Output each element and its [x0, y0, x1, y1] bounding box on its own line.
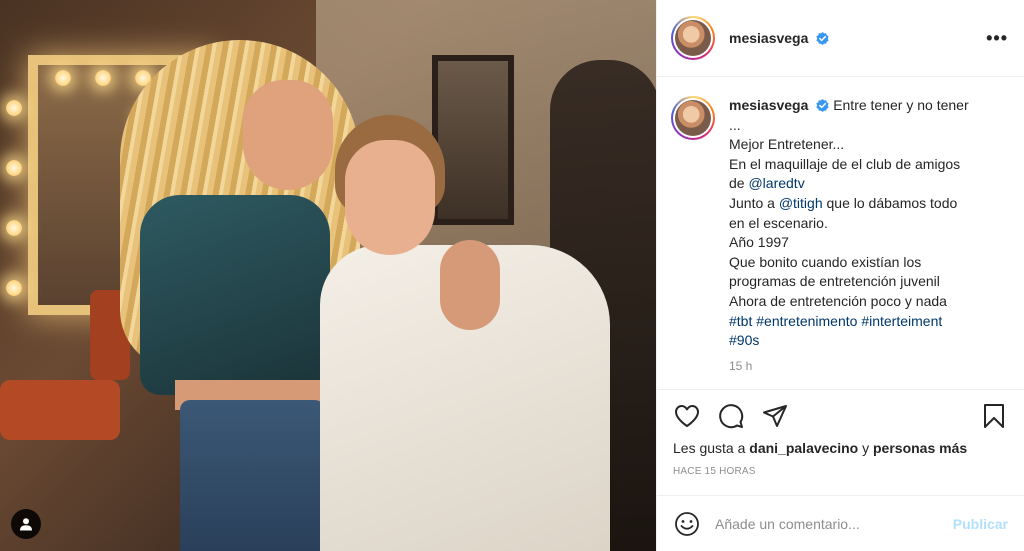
- add-comment-bar: Publicar: [657, 495, 1024, 551]
- avatar-image: [675, 100, 711, 136]
- heart-icon: [675, 405, 699, 427]
- post-caption: mesiasvega Entre tener y no tener ... Me…: [729, 96, 997, 388]
- verified-badge-icon: [816, 32, 829, 45]
- comments-section: mesiasvega Entre tener y no tener ... Me…: [657, 78, 1024, 388]
- caption-line: Que bonito cuando existían los: [729, 253, 922, 270]
- likes-prefix: Les gusta a: [673, 440, 750, 456]
- photo-wall-frame: [432, 55, 514, 225]
- post-header: mesiasvega •••: [657, 0, 1024, 77]
- likes-summary: Les gusta a dani_palavecino y personas m…: [657, 440, 1024, 456]
- bookmark-icon: [984, 404, 1004, 428]
- share-button[interactable]: [761, 402, 789, 430]
- photo-woman-arm: [440, 240, 500, 330]
- photo-boy-face: [345, 140, 435, 255]
- avatar[interactable]: [671, 16, 715, 60]
- caption-avatar[interactable]: [671, 96, 715, 140]
- publish-button[interactable]: Publicar: [953, 516, 1008, 532]
- hashtag-link[interactable]: #tbt: [729, 313, 752, 329]
- post-timestamp[interactable]: HACE 15 HORAS: [657, 466, 1024, 477]
- hashtag-link[interactable]: #90s: [729, 332, 759, 348]
- caption-time: 15 h: [729, 358, 753, 373]
- mention-link[interactable]: @laredtv: [748, 175, 804, 191]
- post-photo[interactable]: [0, 0, 656, 551]
- photo-woman-jeans: [180, 400, 325, 551]
- instagram-post: mesiasvega ••• mesiasvega Entre tener y …: [0, 0, 1024, 551]
- caption-line: programas de entretención juvenil: [729, 273, 940, 290]
- user-icon: [20, 518, 32, 531]
- caption-line: de: [729, 175, 749, 192]
- caption-line: Junto a: [729, 194, 779, 211]
- likes-more-link[interactable]: personas más: [873, 440, 967, 456]
- photo-bulb: [55, 70, 71, 86]
- comment-button[interactable]: [717, 402, 745, 430]
- caption-line: Mejor Entretener...: [729, 136, 845, 153]
- liker-username[interactable]: dani_palavecino: [749, 440, 858, 456]
- share-icon: [763, 405, 787, 427]
- post-side-panel: mesiasvega ••• mesiasvega Entre tener y …: [656, 0, 1024, 551]
- caption-line: Ahora de entretención poco y nada: [729, 292, 947, 309]
- avatar-image: [675, 20, 711, 56]
- header-username-text[interactable]: mesiasvega: [729, 30, 808, 46]
- more-options-icon[interactable]: •••: [986, 28, 1008, 49]
- caption-line: ...: [729, 116, 741, 133]
- mention-link[interactable]: @titigh: [779, 195, 823, 211]
- verified-badge-icon: [816, 99, 829, 112]
- save-button[interactable]: [980, 402, 1008, 430]
- action-bar: [657, 390, 1024, 442]
- likes-middle: y: [858, 440, 873, 456]
- caption-line: En el maquillaje de el club de amigos: [729, 155, 961, 172]
- caption-line: en el escenario.: [729, 214, 828, 231]
- emoji-button[interactable]: [673, 510, 701, 538]
- photo-chair-seat: [0, 380, 120, 440]
- hashtag-link[interactable]: #interteiment: [861, 313, 942, 329]
- caption-line: que lo dábamos todo: [822, 194, 958, 211]
- comment-icon: [719, 404, 744, 429]
- tagged-users-button[interactable]: [11, 509, 41, 539]
- caption-line: Año 1997: [729, 234, 789, 251]
- header-username[interactable]: mesiasvega: [729, 30, 829, 46]
- photo-woman-top: [140, 195, 330, 395]
- like-button[interactable]: [673, 402, 701, 430]
- emoji-icon: [675, 511, 699, 536]
- hashtag-link[interactable]: #entretenimento: [756, 313, 857, 329]
- photo-bulb: [95, 70, 111, 86]
- post-actions-area: Les gusta a dani_palavecino y personas m…: [657, 389, 1024, 477]
- photo-woman-face: [243, 80, 333, 190]
- photo-bulb: [6, 220, 22, 236]
- caption-line: Entre tener y no tener: [833, 97, 969, 113]
- photo-bulb: [6, 280, 22, 296]
- caption-username[interactable]: mesiasvega: [729, 97, 808, 113]
- photo-bulb: [6, 100, 22, 116]
- photo-bulb: [6, 160, 22, 176]
- comment-input[interactable]: [715, 515, 945, 532]
